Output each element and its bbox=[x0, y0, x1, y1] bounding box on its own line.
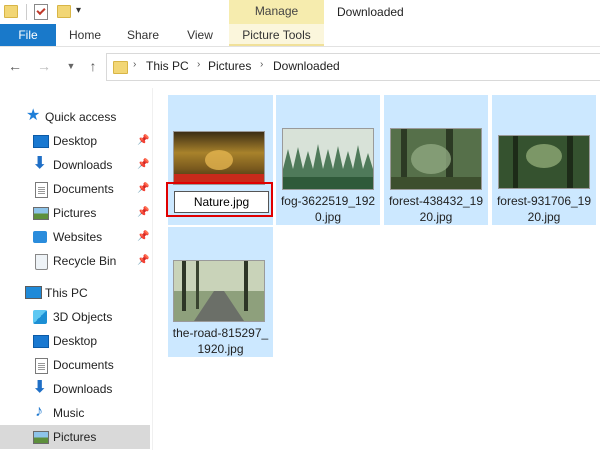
sidebar-item-label: Pictures bbox=[53, 206, 97, 220]
sidebar-item-music[interactable]: ♪ Music bbox=[0, 401, 150, 425]
breadcrumb-pictures[interactable]: Pictures bbox=[208, 59, 251, 73]
sidebar-item-recycle-bin[interactable]: Recycle Bin 📌 bbox=[0, 249, 150, 273]
file-item-the-road[interactable]: the-road-815297_ 1920.jpg bbox=[168, 227, 273, 357]
desktop-icon bbox=[33, 135, 49, 148]
pin-icon[interactable]: 📌 bbox=[137, 153, 149, 177]
ribbon-tabs: File Home Share View Picture Tools bbox=[0, 24, 600, 47]
breadcrumb-this-pc[interactable]: This PC bbox=[146, 59, 189, 73]
pin-icon[interactable]: 📌 bbox=[137, 177, 149, 201]
navigation-pane: ★ Quick access Desktop 📌 ⬇ Downloads 📌 D… bbox=[0, 95, 152, 450]
new-folder-icon[interactable] bbox=[57, 5, 71, 18]
network-folder-icon bbox=[33, 231, 47, 243]
pictures-icon bbox=[33, 207, 49, 220]
tab-picture-tools[interactable]: Picture Tools bbox=[229, 24, 324, 46]
sidebar-item-quick-access[interactable]: ★ Quick access bbox=[0, 105, 150, 129]
up-arrow-icon[interactable]: ↑ bbox=[84, 57, 102, 75]
file-item-forest-438432[interactable]: forest-438432_19 20.jpg bbox=[384, 95, 488, 225]
sidebar-item-3d-objects[interactable]: 3D Objects bbox=[0, 305, 150, 329]
recent-locations-icon[interactable]: ▼ bbox=[62, 57, 80, 75]
sidebar-item-documents[interactable]: Documents 📌 bbox=[0, 177, 150, 201]
3d-objects-icon bbox=[33, 310, 47, 324]
star-icon: ★ bbox=[26, 107, 41, 124]
forward-arrow-icon[interactable]: → bbox=[35, 57, 53, 75]
pin-icon[interactable]: 📌 bbox=[137, 225, 149, 249]
address-box[interactable]: › This PC › Pictures › Downloaded bbox=[106, 53, 600, 81]
chevron-right-icon[interactable]: › bbox=[197, 59, 200, 70]
chevron-right-icon[interactable]: › bbox=[133, 59, 136, 70]
sidebar-item-label: Downloads bbox=[53, 158, 113, 172]
documents-icon bbox=[35, 182, 48, 198]
chevron-right-icon[interactable]: › bbox=[260, 59, 263, 70]
sidebar-item-label: 3D Objects bbox=[53, 310, 113, 324]
breadcrumb-downloaded[interactable]: Downloaded bbox=[273, 59, 340, 73]
sidebar-item-websites[interactable]: Websites 📌 bbox=[0, 225, 150, 249]
file-name-label: forest-931706_19 20.jpg bbox=[496, 194, 592, 224]
computer-icon bbox=[25, 286, 42, 299]
thumbnail-image bbox=[173, 260, 265, 322]
customize-toolbar-icon[interactable]: ▾ bbox=[76, 5, 81, 16]
thumbnail-image bbox=[390, 128, 482, 190]
sidebar-item-label: Music bbox=[53, 406, 85, 420]
sidebar-item-pictures-pc[interactable]: Pictures bbox=[0, 425, 150, 449]
pin-icon[interactable]: 📌 bbox=[137, 249, 149, 273]
tab-home[interactable]: Home bbox=[56, 24, 114, 46]
sidebar-item-label: Quick access bbox=[45, 110, 117, 124]
sidebar-item-downloads[interactable]: ⬇ Downloads 📌 bbox=[0, 153, 150, 177]
manage-context-header: Manage bbox=[229, 0, 324, 24]
sidebar-item-label: Desktop bbox=[53, 334, 98, 348]
thumbnail-image bbox=[498, 135, 590, 189]
highlight-frame bbox=[166, 182, 273, 217]
tab-file[interactable]: File bbox=[0, 24, 56, 46]
divider bbox=[26, 4, 27, 20]
sidebar-item-documents-pc[interactable]: Documents bbox=[0, 353, 150, 377]
sidebar-item-this-pc[interactable]: This PC bbox=[0, 281, 150, 305]
sidebar-item-label: Websites bbox=[53, 230, 103, 244]
sidebar-item-label: This PC bbox=[45, 286, 88, 300]
title-bar: ▾ Manage Downloaded bbox=[0, 0, 600, 24]
sidebar-item-label: Pictures bbox=[53, 430, 97, 444]
thumbnail-image bbox=[282, 128, 374, 190]
file-name-label: fog-3622519_192 0.jpg bbox=[280, 194, 376, 224]
sidebar-item-label: Recycle Bin bbox=[53, 254, 117, 268]
sidebar-item-label: Documents bbox=[53, 182, 114, 196]
file-name-label: forest-438432_19 20.jpg bbox=[388, 194, 484, 224]
back-arrow-icon[interactable]: ← bbox=[6, 57, 24, 75]
thumbnail-image bbox=[173, 131, 265, 185]
desktop-icon bbox=[33, 335, 49, 348]
folder-icon bbox=[113, 61, 128, 74]
file-item-fog[interactable]: fog-3622519_192 0.jpg bbox=[276, 95, 380, 225]
download-icon: ⬇ bbox=[33, 379, 47, 396]
sidebar-item-desktop-pc[interactable]: Desktop bbox=[0, 329, 150, 353]
tab-view[interactable]: View bbox=[172, 24, 228, 46]
file-item-forest-931706[interactable]: forest-931706_19 20.jpg bbox=[492, 95, 596, 225]
documents-icon bbox=[35, 358, 48, 374]
sidebar-item-label: Documents bbox=[53, 358, 114, 372]
sidebar-item-pictures[interactable]: Pictures 📌 bbox=[0, 201, 150, 225]
pin-icon[interactable]: 📌 bbox=[137, 129, 149, 153]
sidebar-item-label: Downloads bbox=[53, 382, 113, 396]
pin-icon[interactable]: 📌 bbox=[137, 201, 149, 225]
file-name-label: the-road-815297_ 1920.jpg bbox=[172, 326, 269, 356]
pictures-icon bbox=[33, 431, 49, 444]
folder-icon[interactable] bbox=[4, 5, 18, 18]
sidebar-item-label: Desktop bbox=[53, 134, 98, 148]
properties-icon[interactable] bbox=[34, 4, 48, 20]
download-icon: ⬇ bbox=[33, 155, 47, 172]
divider bbox=[152, 88, 153, 450]
music-icon: ♪ bbox=[35, 403, 43, 420]
recycle-bin-icon bbox=[35, 254, 48, 270]
window-title: Downloaded bbox=[337, 5, 404, 19]
tab-share[interactable]: Share bbox=[114, 24, 172, 46]
sidebar-item-desktop[interactable]: Desktop 📌 bbox=[0, 129, 150, 153]
address-bar-row: ← → ▼ ↑ › This PC › Pictures › Downloade… bbox=[0, 47, 600, 87]
sidebar-item-downloads-pc[interactable]: ⬇ Downloads bbox=[0, 377, 150, 401]
